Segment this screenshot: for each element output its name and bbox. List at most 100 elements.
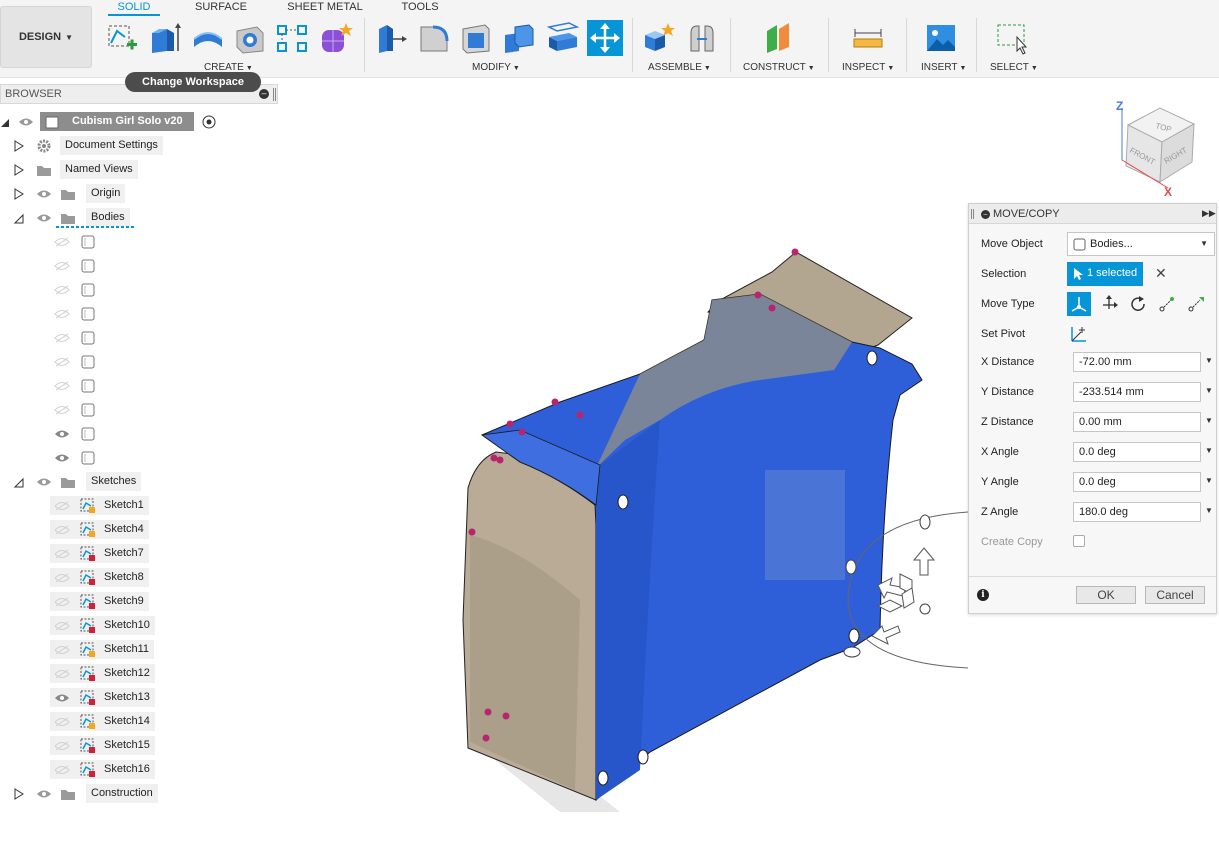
sketch-row[interactable]: Sketch16	[0, 760, 200, 780]
tree-item-origin[interactable]: Origin	[0, 184, 200, 204]
sketch-row[interactable]: Sketch13	[0, 688, 200, 708]
eye-hidden-icon[interactable]	[54, 237, 70, 247]
collapsed-triangle-icon[interactable]	[14, 164, 24, 176]
eye-hidden-icon[interactable]	[54, 573, 70, 583]
activate-radio-icon[interactable]	[201, 114, 217, 130]
expanded-triangle-icon[interactable]	[14, 212, 24, 224]
tree-root[interactable]: Cubism Girl Solo v20	[0, 112, 240, 132]
free-move-handle[interactable]	[919, 603, 931, 615]
body-label[interactable]: Rear 48mm blank RH	[50, 352, 215, 371]
tab-sheet-metal[interactable]: SHEET METAL	[286, 0, 364, 16]
body-label[interactable]: 12mm Backboard LH	[50, 376, 213, 395]
sketch-row[interactable]: Sketch7	[0, 544, 200, 564]
eye-hidden-icon[interactable]	[54, 645, 70, 655]
move-object-select[interactable]: Bodies... ▼	[1067, 232, 1215, 256]
rotation-handle[interactable]	[843, 646, 861, 658]
body-row[interactable]: Rear	[0, 256, 260, 276]
translate-type-button[interactable]	[1097, 292, 1121, 316]
tab-solid[interactable]: SOLID	[108, 0, 160, 16]
set-pivot-button[interactable]	[1069, 324, 1089, 344]
create-sketch-button[interactable]	[104, 20, 140, 56]
eye-icon[interactable]	[18, 117, 34, 127]
expanded-triangle-icon[interactable]	[14, 476, 24, 488]
joint-button[interactable]	[684, 20, 720, 56]
tab-tools[interactable]: TOOLS	[398, 0, 442, 16]
eye-hidden-icon[interactable]	[54, 285, 70, 295]
free-move-type-button[interactable]	[1067, 292, 1091, 316]
tab-surface[interactable]: SURFACE	[192, 0, 250, 16]
eye-hidden-icon[interactable]	[54, 357, 70, 367]
eye-hidden-icon[interactable]	[54, 741, 70, 751]
chevron-down-icon[interactable]: ▼	[1205, 416, 1213, 425]
offset-plane-button[interactable]	[760, 20, 796, 56]
body-label[interactable]: 12mm Backboard RH	[50, 304, 215, 323]
body-row[interactable]: Front 72mm blank RH (1)	[0, 448, 260, 468]
new-component-button[interactable]	[640, 20, 676, 56]
z-distance-input[interactable]: 0.00 mm	[1073, 412, 1201, 432]
panel-grip-icon[interactable]	[273, 88, 276, 101]
point-to-point-type-button[interactable]	[1155, 292, 1179, 316]
sketch-row[interactable]: Sketch10	[0, 616, 200, 636]
sketch-row[interactable]: Sketch4	[0, 520, 200, 540]
assemble-menu[interactable]: ASSEMBLE ▼	[648, 62, 711, 73]
insert-menu[interactable]: INSERT ▼	[921, 62, 966, 73]
eye-hidden-icon[interactable]	[54, 549, 70, 559]
cancel-button[interactable]: Cancel	[1145, 586, 1205, 604]
hole-button[interactable]	[232, 20, 268, 56]
workspace-switcher-button[interactable]: DESIGN ▼	[0, 6, 92, 68]
sketch-row[interactable]: Sketch9	[0, 592, 200, 612]
select-menu[interactable]: SELECT ▼	[990, 62, 1038, 73]
insert-canvas-button[interactable]	[923, 20, 959, 56]
body-label[interactable]: Rear 48mm blank LH	[50, 400, 213, 419]
info-icon[interactable]: i	[977, 589, 989, 601]
body-row[interactable]: Front 72mm blank RH	[0, 424, 260, 444]
collapsed-triangle-icon[interactable]	[14, 788, 24, 800]
sketch-row[interactable]: Sketch12	[0, 664, 200, 684]
eye-hidden-icon[interactable]	[54, 597, 70, 607]
chevron-down-icon[interactable]: ▼	[1205, 386, 1213, 395]
eye-hidden-icon[interactable]	[54, 717, 70, 727]
extrude-button[interactable]	[146, 20, 182, 56]
eye-icon[interactable]	[54, 693, 70, 703]
viewcube[interactable]: TOP FRONT RIGHT Z X	[1116, 100, 1196, 199]
construct-menu[interactable]: CONSTRUCT ▼	[743, 62, 815, 73]
sketch-row[interactable]: Sketch8	[0, 568, 200, 588]
sketch-row[interactable]: Sketch1	[0, 496, 200, 516]
select-button[interactable]	[994, 20, 1030, 56]
expanded-triangle-icon[interactable]	[0, 116, 10, 128]
body-row[interactable]: 12mm Backboard RH	[0, 304, 260, 324]
tree-item-document-settings[interactable]: Document Settings	[0, 136, 200, 156]
rotation-handle[interactable]	[919, 514, 931, 530]
eye-icon[interactable]	[36, 213, 52, 223]
chevron-down-icon[interactable]: ▼	[1205, 476, 1213, 485]
y-angle-input[interactable]: 0.0 deg	[1073, 472, 1201, 492]
chevron-down-icon[interactable]: ▼	[1205, 356, 1213, 365]
modify-menu[interactable]: MODIFY ▼	[472, 62, 520, 73]
point-to-position-type-button[interactable]	[1184, 292, 1208, 316]
shell-button[interactable]	[458, 20, 494, 56]
body-row[interactable]: Rear 48mm blank LH	[0, 400, 260, 420]
up-arrow-handle[interactable]	[912, 547, 936, 576]
eye-icon[interactable]	[36, 789, 52, 799]
chevron-down-icon[interactable]: ▼	[1205, 446, 1213, 455]
eye-hidden-icon[interactable]	[54, 381, 70, 391]
inspect-menu[interactable]: INSPECT ▼	[842, 62, 894, 73]
eye-icon[interactable]	[54, 429, 70, 439]
sketch-row[interactable]: Sketch11	[0, 640, 200, 660]
body-row[interactable]: Rear 48mm blank RH	[0, 352, 260, 372]
eye-hidden-icon[interactable]	[54, 261, 70, 271]
body-row[interactable]: 12mm Backboard LH	[0, 376, 260, 396]
eye-hidden-icon[interactable]	[54, 501, 70, 511]
collapse-icon[interactable]: –	[981, 210, 990, 219]
ok-button[interactable]: OK	[1076, 586, 1136, 604]
eye-icon[interactable]	[36, 189, 52, 199]
revolve-button[interactable]	[190, 20, 226, 56]
eye-icon[interactable]	[54, 453, 70, 463]
create-copy-checkbox[interactable]	[1073, 535, 1085, 547]
body-row[interactable]: Rear 12mm blank RH	[0, 280, 260, 300]
body-row[interactable]: Front	[0, 232, 260, 252]
eye-hidden-icon[interactable]	[54, 525, 70, 535]
offset-face-button[interactable]	[544, 20, 580, 56]
rotation-handle[interactable]	[845, 559, 857, 575]
tree-item-bodies[interactable]: Bodies	[0, 208, 200, 228]
